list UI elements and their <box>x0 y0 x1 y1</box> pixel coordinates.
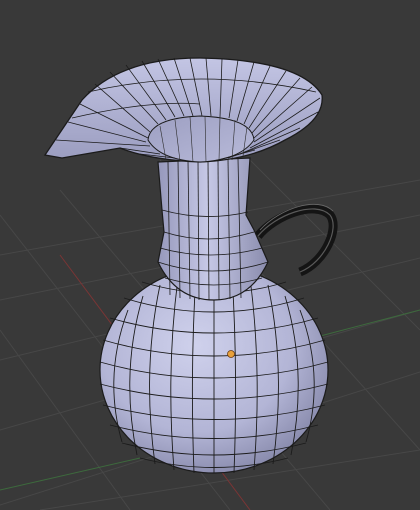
viewport-canvas[interactable] <box>0 0 420 510</box>
pitcher-handle <box>254 203 338 277</box>
object-origin-dot-icon[interactable] <box>227 350 235 358</box>
pitcher-neck <box>157 157 269 301</box>
3d-viewport[interactable] <box>0 0 420 510</box>
pitcher-rim <box>43 57 323 163</box>
y-axis-line <box>0 457 141 491</box>
